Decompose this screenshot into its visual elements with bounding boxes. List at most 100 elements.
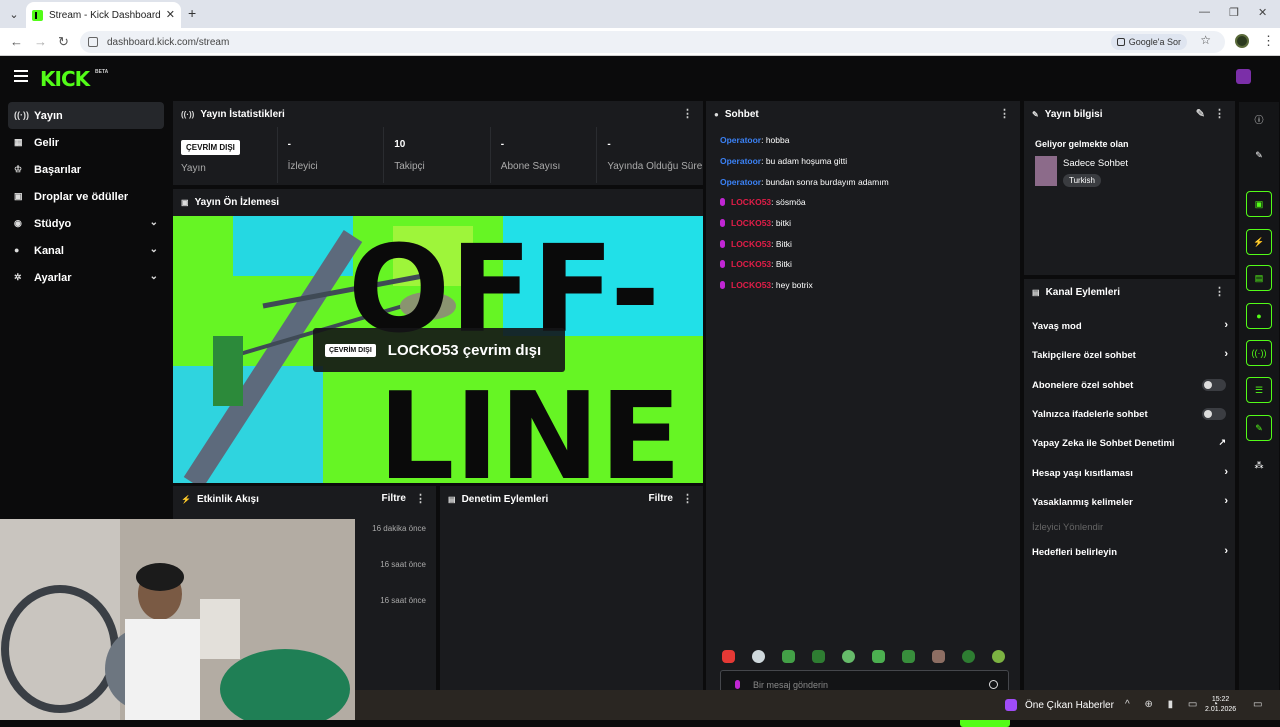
sidebar-item-studyo[interactable]: ◉ Stüdyo ⌄ <box>8 210 164 237</box>
sidebar-item-basarilar[interactable]: ♔ Başarılar <box>8 156 164 183</box>
panel-header: ▤ Denetim Eylemleri Filtre ⋮ <box>440 486 703 512</box>
lightning-icon[interactable]: ⚡ <box>1246 229 1272 255</box>
browser-menu-icon[interactable]: ⋮ <box>1262 33 1275 49</box>
url-input[interactable]: dashboard.kick.com/stream Google'a Sor ☆ <box>80 31 1225 53</box>
emote-icon[interactable] <box>962 650 975 663</box>
action-label: Yapay Zeka ile Sohbet Denetimi <box>1032 437 1175 449</box>
chat-username[interactable]: Operatoor <box>720 177 761 187</box>
more-options-icon[interactable]: ⋮ <box>682 107 693 120</box>
panel-title: Yayın İstatistikleri <box>200 108 285 120</box>
action-slow-mode[interactable]: Yavaş mod › <box>1032 316 1228 336</box>
back-icon[interactable]: ← <box>10 34 23 49</box>
chat-username[interactable]: Operatoor <box>720 156 761 166</box>
news-widget[interactable]: Öne Çıkan Haberler <box>1005 699 1114 711</box>
tab-title: Stream - Kick Dashboard <box>49 9 161 21</box>
chat-username[interactable]: LOCKO53 <box>731 239 771 249</box>
stream-stats-panel: ((·)) Yayın İstatistikleri ⋮ ÇEVRİM DIŞI… <box>173 101 703 185</box>
minimize-icon[interactable]: — <box>1199 6 1210 18</box>
broadcast-icon[interactable]: ((·)) <box>1246 340 1272 366</box>
sidebar-item-label: Ayarlar <box>34 271 72 284</box>
emote-icon[interactable] <box>752 650 765 663</box>
browser-tab[interactable]: Stream - Kick Dashboard ✕ <box>26 2 181 28</box>
sidebar-item-droplar[interactable]: ▣ Droplar ve ödüller <box>8 183 164 210</box>
sidebar-item-kanal[interactable]: ● Kanal ⌄ <box>8 237 164 264</box>
profile-avatar[interactable] <box>1235 34 1249 48</box>
emote-icon[interactable] <box>902 650 915 663</box>
offline-preview-image: OFF- LINE ÇEVRİM DIŞI LOCKO53 çevrim dış… <box>173 216 703 483</box>
more-options-icon[interactable]: ⋮ <box>1214 285 1225 298</box>
sidebar-item-ayarlar[interactable]: ✲ Ayarlar ⌄ <box>8 264 164 291</box>
tab-list-chevron-icon[interactable]: ⌄ <box>0 0 28 28</box>
emote-icon[interactable] <box>842 650 855 663</box>
action-emotes-only: Yalnızca ifadelerle sohbet <box>1032 404 1228 424</box>
chat-username[interactable]: LOCKO53 <box>731 218 771 228</box>
subscribers-only-toggle[interactable] <box>1202 379 1226 391</box>
kick-logo[interactable]: KICK <box>40 67 90 91</box>
lightning-icon: ⚡ <box>181 494 191 504</box>
emotes-only-toggle[interactable] <box>1202 408 1226 420</box>
url-text: dashboard.kick.com/stream <box>107 36 230 48</box>
chat-username[interactable]: LOCKO53 <box>731 197 771 207</box>
user-avatar[interactable] <box>1236 69 1251 84</box>
new-tab-icon[interactable]: + <box>188 5 196 21</box>
more-options-icon[interactable]: ⋮ <box>999 107 1010 120</box>
gear-icon: ✲ <box>14 272 22 282</box>
activity-time: 16 dakika önce <box>372 524 426 533</box>
hamburger-menu-icon[interactable] <box>14 70 28 82</box>
edit-pencil-icon[interactable]: ✎ <box>1196 107 1205 120</box>
chat-bubble-icon[interactable]: ● <box>1246 303 1272 329</box>
document-icon[interactable]: ▤ <box>1246 265 1272 291</box>
emote-icon[interactable] <box>722 650 735 663</box>
site-info-icon[interactable] <box>88 37 98 47</box>
emoji-picker-icon[interactable] <box>989 680 998 689</box>
chat-text: sösmöa <box>775 197 806 207</box>
chat-username[interactable]: LOCKO53 <box>731 280 771 290</box>
google-ask-button[interactable]: Google'a Sor <box>1110 34 1187 50</box>
emote-icon[interactable] <box>872 650 885 663</box>
more-options-icon[interactable]: ⋮ <box>682 492 693 505</box>
close-window-icon[interactable]: ✕ <box>1258 6 1267 19</box>
bookmark-star-icon[interactable]: ☆ <box>1200 33 1211 47</box>
wrench-icon[interactable]: ✎ <box>1246 415 1272 441</box>
category-thumbnail[interactable] <box>1035 156 1057 186</box>
notification-icon[interactable]: ▭ <box>1253 699 1262 710</box>
widgets-icon[interactable]: ⁂ <box>1246 452 1272 478</box>
panel-title: Sohbet <box>724 108 759 120</box>
action-followers-only[interactable]: Takipçilere özel sohbet › <box>1032 345 1228 365</box>
info-icon[interactable]: ⓘ <box>1246 106 1272 132</box>
emote-icon[interactable] <box>932 650 945 663</box>
layout-icon[interactable]: ☰ <box>1246 377 1272 403</box>
stat-label: Yayın <box>181 163 206 174</box>
browser-tab-bar: ⌄ Stream - Kick Dashboard ✕ + — ❐ ✕ <box>0 0 1280 28</box>
reload-icon[interactable]: ↻ <box>58 34 69 50</box>
action-ai-moderation[interactable]: Yapay Zeka ile Sohbet Denetimi ↗ <box>1032 433 1228 453</box>
action-set-goals[interactable]: Hedefleri belirleyin › <box>1032 542 1228 562</box>
document-icon: ▤ <box>448 494 456 504</box>
panel-header: ((·)) Yayın İstatistikleri ⋮ <box>173 101 703 127</box>
category-name[interactable]: Sadece Sohbet <box>1063 158 1128 169</box>
emote-icon[interactable] <box>782 650 795 663</box>
sidebar-item-gelir[interactable]: ▦ Gelir <box>8 129 164 156</box>
filter-button[interactable]: Filtre <box>382 493 406 504</box>
chat-message: LOCKO53: sösmöa <box>720 197 806 207</box>
wrench-icon: ✎ <box>1032 109 1039 119</box>
emote-icon[interactable] <box>812 650 825 663</box>
stats-widget-icon[interactable]: ▣ <box>1246 191 1272 217</box>
stat-followers: 10 Takipçi <box>384 127 491 183</box>
pencil-icon[interactable]: ✎ <box>1246 142 1272 168</box>
chat-username[interactable]: Operatoor <box>720 135 761 145</box>
more-options-icon[interactable]: ⋮ <box>415 492 426 505</box>
restore-icon[interactable]: ❐ <box>1229 6 1239 19</box>
stat-value: - <box>287 139 291 150</box>
sidebar-item-yayin[interactable]: ((·)) Yayın <box>8 102 164 129</box>
forward-icon[interactable]: → <box>34 34 47 49</box>
more-options-icon[interactable]: ⋮ <box>1214 107 1225 120</box>
action-account-age[interactable]: Hesap yaşı kısıtlaması › <box>1032 463 1228 483</box>
emote-icon[interactable] <box>992 650 1005 663</box>
filter-button[interactable]: Filtre <box>649 493 673 504</box>
action-banned-words[interactable]: Yasaklanmış kelimeler › <box>1032 492 1228 512</box>
close-tab-icon[interactable]: ✕ <box>166 8 175 21</box>
chat-username[interactable]: LOCKO53 <box>731 259 771 269</box>
camera-icon: ▣ <box>181 197 189 207</box>
system-clock[interactable]: 15:22 2.01.2026 <box>1205 695 1236 715</box>
